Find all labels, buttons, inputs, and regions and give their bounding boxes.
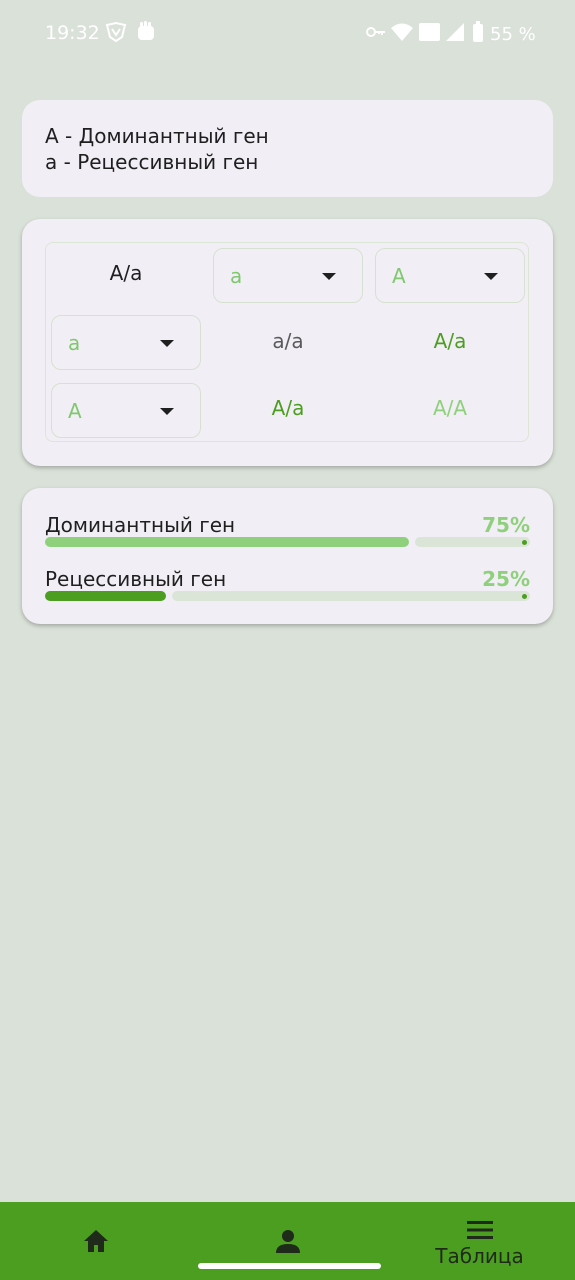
progress-end-dot-dominant bbox=[522, 539, 527, 545]
signal-icon bbox=[446, 23, 464, 41]
menu-icon bbox=[467, 1221, 493, 1239]
column-allele-select-2[interactable]: A bbox=[375, 248, 525, 303]
genotype-stats-card: Доминантный ген 75% Рецессивный ген 25% bbox=[22, 488, 553, 624]
person-icon bbox=[276, 1230, 300, 1253]
nav-home-button[interactable] bbox=[0, 1202, 192, 1280]
fist-icon bbox=[138, 21, 154, 40]
home-icon bbox=[84, 1230, 108, 1252]
status-bar: 19:32 55 % bbox=[0, 0, 575, 66]
nav-table-button[interactable]: Таблица bbox=[384, 1202, 575, 1280]
battery-icon bbox=[473, 21, 483, 42]
battery-percent: 55 % bbox=[490, 24, 536, 45]
progress-track-recessive bbox=[172, 591, 530, 601]
punnett-cell-2-1: A/a bbox=[271, 396, 305, 420]
gene-legend-card: A - Доминантный ген a - Рецессивный ген bbox=[22, 100, 553, 197]
progress-fill-dominant bbox=[45, 537, 409, 547]
punnett-cell-2-2: A/A bbox=[432, 396, 468, 420]
vpn-shield-icon bbox=[105, 21, 127, 43]
gesture-home-indicator[interactable] bbox=[198, 1263, 381, 1269]
progress-track-dominant bbox=[415, 537, 530, 547]
column-allele-value-2: A bbox=[392, 264, 406, 288]
volte-icon bbox=[419, 23, 440, 41]
wifi-icon bbox=[391, 23, 413, 41]
row-allele-value-2: A bbox=[68, 399, 82, 423]
dropdown-arrow-icon bbox=[160, 340, 174, 347]
column-allele-select-1[interactable]: a bbox=[213, 248, 363, 303]
legend-dominant: A - Доминантный ген bbox=[45, 124, 269, 148]
column-allele-value-1: a bbox=[230, 264, 243, 288]
nav-table-label: Таблица bbox=[435, 1244, 524, 1268]
stat-percent-dominant: 75% bbox=[482, 513, 530, 537]
punnett-grid: A/a a A a A a/a A/a A/a A/A bbox=[45, 242, 529, 442]
row-allele-select-1[interactable]: a bbox=[51, 315, 201, 370]
stat-label-recessive: Рецессивный ген bbox=[45, 567, 227, 591]
stat-label-dominant: Доминантный ген bbox=[45, 513, 236, 537]
dropdown-arrow-icon bbox=[484, 273, 498, 280]
punnett-square-card: A/a a A a A a/a A/a A/a A/A bbox=[22, 219, 553, 466]
punnett-corner-label: A/a bbox=[109, 261, 143, 285]
row-allele-select-2[interactable]: A bbox=[51, 383, 201, 438]
legend-recessive: a - Рецессивный ген bbox=[45, 150, 259, 174]
key-icon bbox=[366, 27, 385, 37]
progress-fill-recessive bbox=[45, 591, 166, 601]
row-allele-value-1: a bbox=[68, 331, 81, 355]
punnett-cell-1-1: a/a bbox=[272, 329, 304, 353]
progress-end-dot-recessive bbox=[522, 593, 527, 599]
status-time: 19:32 bbox=[45, 22, 100, 44]
dropdown-arrow-icon bbox=[160, 408, 174, 415]
punnett-cell-1-2: A/a bbox=[433, 329, 467, 353]
dropdown-arrow-icon bbox=[322, 273, 336, 280]
stat-percent-recessive: 25% bbox=[482, 567, 530, 591]
